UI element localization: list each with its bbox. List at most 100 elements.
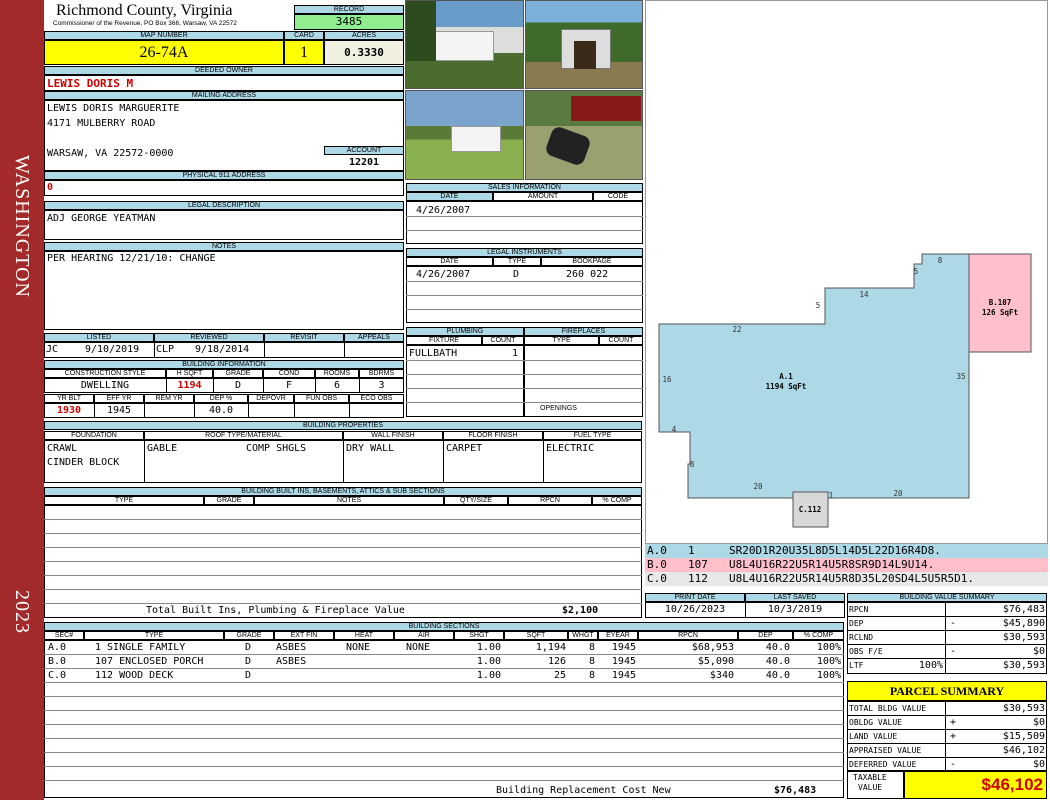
prop-col-fuel: FUEL TYPE bbox=[543, 431, 642, 440]
vs-dep: $45,890 bbox=[1002, 618, 1045, 629]
map-number: 26-74A bbox=[44, 40, 284, 65]
section-row-whgt: 8 bbox=[588, 642, 595, 653]
sales-col-date: DATE bbox=[406, 192, 493, 201]
dim-label: 35 bbox=[956, 372, 965, 381]
sec-col-air: AIR bbox=[394, 631, 454, 640]
sales-date: 4/26/2007 bbox=[416, 205, 471, 216]
section-a-label: A.1 bbox=[779, 372, 793, 381]
physical-address-header: PHYSICAL 911 ADDRESS bbox=[44, 171, 404, 180]
sec-col-heat: HEAT bbox=[334, 631, 394, 640]
foundation-1: CRAWL bbox=[47, 443, 78, 454]
builtins-col-type: TYPE bbox=[44, 496, 204, 505]
bi-col-ecoobs: ECO OBS bbox=[349, 394, 404, 403]
ps-obldg-label: OBLDG VALUE bbox=[849, 718, 902, 727]
dim-label: 20 bbox=[753, 482, 763, 491]
section-row-shgt: 1.00 bbox=[476, 670, 501, 681]
section-row-ext: ASBES bbox=[276, 642, 307, 653]
instruments-col-date: DATE bbox=[406, 257, 493, 266]
ps-appraised-label: APPRAISED VALUE bbox=[849, 746, 922, 755]
bi-col-rooms: ROOMS bbox=[315, 369, 359, 378]
ps-obldg: $0 bbox=[1032, 717, 1045, 728]
builtins-col-qty: QTY/SIZE bbox=[444, 496, 508, 505]
roof-type: GABLE bbox=[147, 443, 178, 454]
ps-deferred: $0 bbox=[1032, 759, 1045, 770]
section-row-eyear: 1945 bbox=[611, 670, 636, 681]
sec-col-shgt: SHGT bbox=[454, 631, 504, 640]
bi-col-effyr: EFF YR bbox=[94, 394, 144, 403]
section-row-sqft: 126 bbox=[547, 656, 566, 667]
deeded-owner-header: DEEDED OWNER bbox=[44, 66, 404, 75]
physical-address: 0 bbox=[47, 182, 54, 193]
bi-dep: 40.0 bbox=[208, 405, 234, 416]
mailing-address-header: MAILING ADDRESS bbox=[44, 91, 404, 100]
ps-appraised: $46,102 bbox=[1002, 745, 1045, 756]
print-date: 10/26/2023 bbox=[664, 604, 726, 615]
section-row-comp: 100% bbox=[816, 656, 841, 667]
bi-col-grade: GRADE bbox=[213, 369, 263, 378]
bi-col-funobs: FUN OBS bbox=[294, 394, 349, 403]
plumbing-header: PLUMBING bbox=[406, 327, 524, 336]
bi-col-cond: COND bbox=[263, 369, 315, 378]
sidebar bbox=[0, 0, 44, 800]
prop-col-wall: WALL FINISH bbox=[343, 431, 443, 440]
bi-grade: D bbox=[234, 380, 242, 391]
section-row-eyear: 1945 bbox=[611, 656, 636, 667]
dim-label: 22 bbox=[732, 325, 741, 334]
section-a-shape bbox=[658, 253, 970, 499]
bi-rooms: 6 bbox=[333, 380, 341, 391]
vs-ltf-label: LTF bbox=[849, 661, 864, 670]
record-header: RECORD bbox=[294, 5, 404, 14]
parcel-summary-header: PARCEL SUMMARY bbox=[847, 681, 1047, 701]
section-row-whgt: 8 bbox=[588, 656, 595, 667]
bi-bdrms: 3 bbox=[378, 380, 385, 391]
account-header: ACCOUNT bbox=[324, 146, 404, 155]
notes-text: PER HEARING 12/21/10: CHANGE bbox=[47, 253, 216, 264]
bi-effyr: 1945 bbox=[106, 405, 132, 416]
section-row-dep: 40.0 bbox=[765, 642, 790, 653]
section-row-ext: ASBES bbox=[276, 656, 307, 667]
section-row-rpcn: $68,953 bbox=[691, 642, 734, 653]
section-row-grade: D bbox=[245, 656, 252, 667]
taxable-label-1: TAXABLE bbox=[853, 773, 887, 782]
section-row-rpcn: $5,090 bbox=[697, 656, 734, 667]
floor-finish: CARPET bbox=[446, 443, 483, 454]
sec-col-sqft: SQFT bbox=[504, 631, 568, 640]
property-photo-mailbox bbox=[525, 90, 643, 180]
dim-label: 5 bbox=[816, 301, 821, 310]
appeals-header: APPEALS bbox=[344, 333, 404, 342]
sec-col-whgt: WHGT bbox=[568, 631, 598, 640]
section-c-label: C.112 bbox=[799, 505, 822, 514]
bi-col-remyr: REM YR bbox=[144, 394, 194, 403]
vs-rpcn-label: RPCN bbox=[849, 605, 869, 614]
bi-col-yrblt: YR BLT bbox=[44, 394, 94, 403]
record-value: 3485 bbox=[294, 14, 404, 30]
sidebar-district: WASHINGTON bbox=[11, 155, 33, 298]
bi-hsqft: 1194 bbox=[177, 380, 202, 391]
dim-label: 16 bbox=[662, 375, 672, 384]
section-row-sec: C.0 bbox=[48, 670, 67, 681]
taxable-value: $46,102 bbox=[904, 771, 1047, 799]
section-row-shgt: 1.00 bbox=[476, 656, 501, 667]
section-row-comp: 100% bbox=[816, 670, 841, 681]
sketch-code-sec: A.0 bbox=[647, 544, 667, 557]
section-row-dep: 40.0 bbox=[765, 670, 790, 681]
prop-col-floor: FLOOR FINISH bbox=[443, 431, 543, 440]
building-sections-header: BUILDING SECTIONS bbox=[44, 622, 844, 631]
reviewed-header: REVIEWED bbox=[154, 333, 264, 342]
fireplaces-header: FIREPLACES bbox=[524, 327, 643, 336]
builtins-total-label: Total Built Ins, Plumbing & Fireplace Va… bbox=[146, 605, 405, 616]
prop-col-roof: ROOF TYPE/MATERIAL bbox=[144, 431, 343, 440]
foundation-2: CINDER BLOCK bbox=[47, 457, 120, 468]
property-photo-shed bbox=[525, 0, 643, 89]
section-row-dep: 40.0 bbox=[765, 656, 790, 667]
section-row-heat: NONE bbox=[346, 642, 371, 653]
dim-label: 1 bbox=[829, 491, 834, 500]
sec-col-type: TYPE bbox=[84, 631, 224, 640]
instrument-bookpage: 260 022 bbox=[566, 269, 609, 280]
section-row-shgt: 1.00 bbox=[476, 642, 501, 653]
dim-label: 8 bbox=[690, 460, 695, 469]
legal-description-header: LEGAL DESCRIPTION bbox=[44, 201, 404, 210]
section-row-type: 1 SINGLE FAMILY bbox=[95, 642, 186, 653]
sketch-code-num: 107 bbox=[688, 558, 708, 571]
plumbing-col-count: COUNT bbox=[482, 336, 524, 345]
